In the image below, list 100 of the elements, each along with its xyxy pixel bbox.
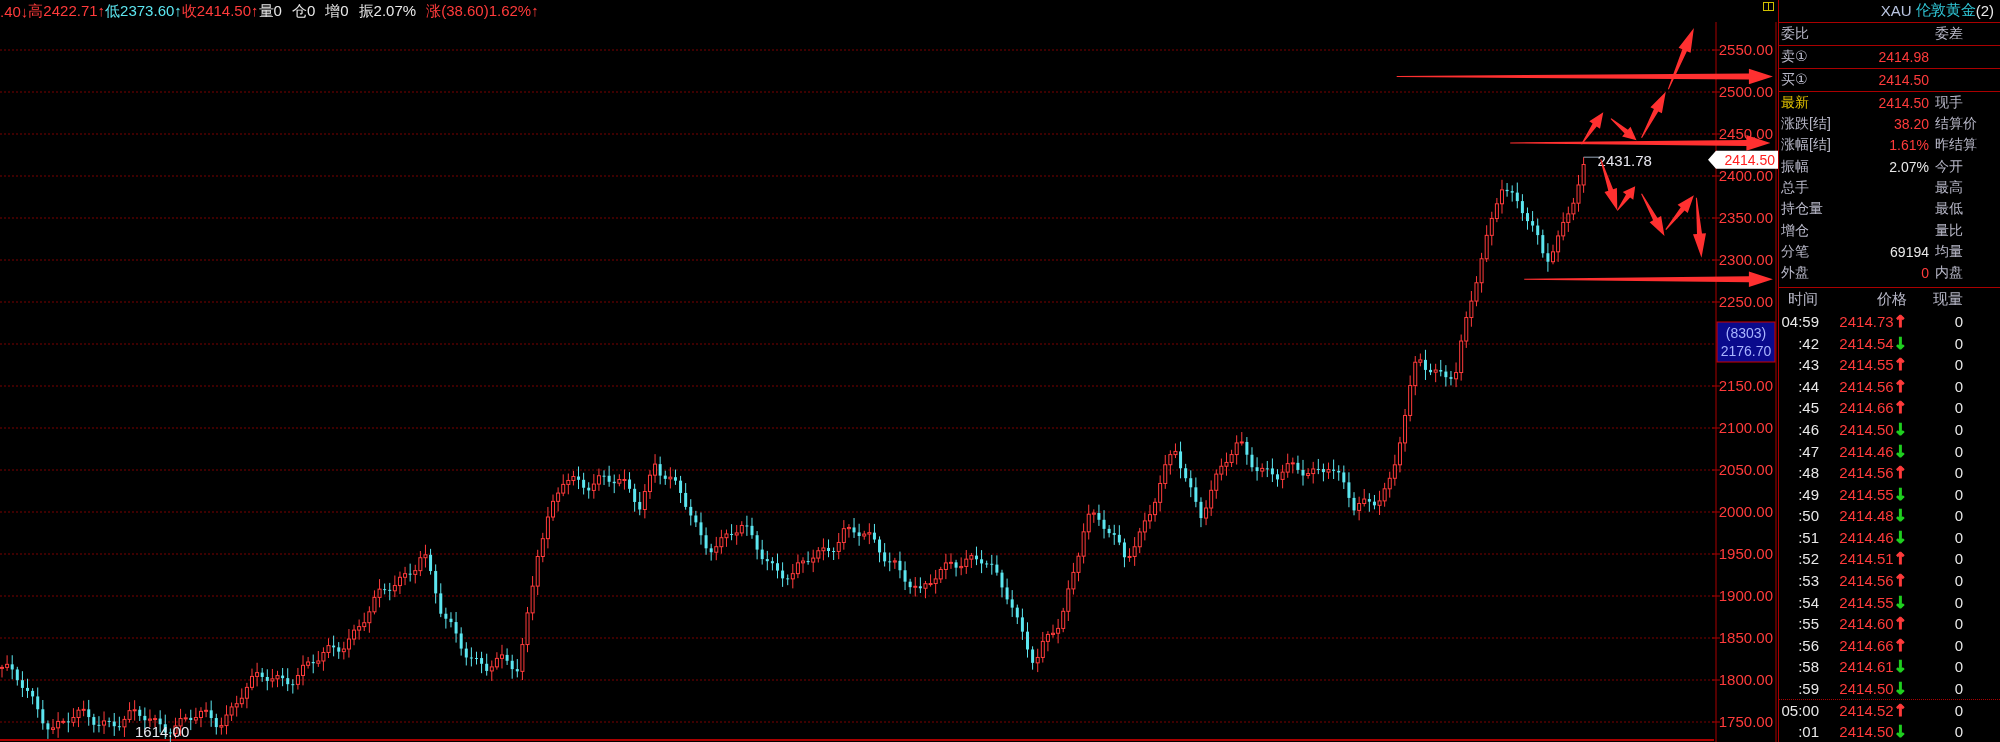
axis-price-label: 1950.00 xyxy=(1718,545,1773,562)
trade-volume: 0 xyxy=(1954,572,1963,590)
trade-volume: 0 xyxy=(1954,680,1963,698)
trade-price: 2414.55 xyxy=(1839,485,1894,503)
trade-time: :53 xyxy=(1798,572,1819,590)
window-toggle-icon xyxy=(1763,2,1774,11)
quote-label: 现手 xyxy=(1934,93,1964,112)
trade-volume: 0 xyxy=(1954,356,1963,374)
trade-price: 2414.50 xyxy=(1839,420,1894,438)
trade-time: :47 xyxy=(1798,442,1819,460)
trend-arrow: ↑ xyxy=(1893,376,1907,396)
axis-price-label: 1750.00 xyxy=(1718,713,1773,730)
trade-price: 2414.56 xyxy=(1839,572,1894,590)
trend-arrow: ↑ xyxy=(1893,355,1907,375)
trade-price: 2414.51 xyxy=(1839,550,1894,568)
trend-arrow: ↑ xyxy=(1893,463,1907,483)
trade-time: :44 xyxy=(1798,377,1819,395)
trade-time: :54 xyxy=(1798,593,1819,611)
axis-price-label: 1900.00 xyxy=(1718,587,1773,604)
symbol-code: XAU xyxy=(1880,2,1912,20)
trade-time: :49 xyxy=(1798,485,1819,503)
quote-label: 总手 xyxy=(1781,179,1810,198)
trend-arrow: ↓ xyxy=(1893,722,1907,742)
quote-label: 增仓 xyxy=(1781,221,1810,240)
trade-time: :43 xyxy=(1798,356,1819,374)
quote-label: 今开 xyxy=(1934,157,1964,176)
quote-item: 振2.07% xyxy=(358,1,417,21)
axis-price-label: 2250.00 xyxy=(1718,293,1773,310)
trend-arrow: ↓ xyxy=(1893,419,1907,439)
trade-volume: 0 xyxy=(1954,550,1963,568)
trade-price: 2414.50 xyxy=(1839,723,1894,741)
quote-item: 增0 xyxy=(325,1,349,21)
high-price-label: 2431.78 xyxy=(1597,152,1652,169)
trade-time: :48 xyxy=(1798,464,1819,482)
trade-price: 2414.55 xyxy=(1839,593,1894,611)
quote-value: 2.07% xyxy=(1889,158,1929,175)
quote-item: 低2373.60↑ xyxy=(105,1,182,21)
quote-value: 2414.50 xyxy=(1878,94,1929,111)
trend-arrow: ↓ xyxy=(1893,679,1907,699)
trade-time: :56 xyxy=(1798,636,1819,654)
trade-price: 2414.46 xyxy=(1839,528,1894,546)
cursor-count-label: (8303) xyxy=(1725,325,1767,341)
trade-time: :42 xyxy=(1798,334,1819,352)
axis-price-label: 1850.00 xyxy=(1718,629,1773,646)
quote-item: 高2422.71↑ xyxy=(28,1,106,21)
trend-arrow: ↓ xyxy=(1893,657,1907,677)
quote-value: 1.61% xyxy=(1889,137,1929,154)
quote-label: 最高 xyxy=(1934,179,1964,198)
trade-price: 2414.66 xyxy=(1839,636,1894,654)
cursor-price-label: 2176.70 xyxy=(1720,343,1772,359)
trade-price: 2414.56 xyxy=(1839,377,1894,395)
quote-label: 外盘 xyxy=(1781,264,1810,283)
trade-volume: 0 xyxy=(1954,420,1963,438)
trend-arrow: ↑ xyxy=(1893,311,1907,331)
trade-volume: 0 xyxy=(1954,507,1963,525)
trade-price: 2414.60 xyxy=(1839,615,1894,633)
quote-label: 内盘 xyxy=(1934,264,1964,283)
quote-value: 2414.98 xyxy=(1878,48,1929,65)
quote-label: 委比 xyxy=(1781,24,1810,43)
column-header: 时间 xyxy=(1788,289,1818,309)
trade-volume: 0 xyxy=(1954,485,1963,503)
axis-price-label: 2400.00 xyxy=(1718,167,1773,184)
symbol-suffix: (2) xyxy=(1975,2,1994,20)
trade-price: 2414.66 xyxy=(1839,399,1894,417)
trade-volume: 0 xyxy=(1954,723,1963,741)
trade-time: :52 xyxy=(1798,550,1819,568)
quote-label: 结算价 xyxy=(1934,115,1978,134)
trade-volume: 0 xyxy=(1954,399,1963,417)
trend-arrow: ↑ xyxy=(1893,398,1907,418)
trend-arrow: ↓ xyxy=(1893,333,1907,353)
quote-value: 69194 xyxy=(1890,244,1929,261)
quote-label: 均量 xyxy=(1934,243,1964,262)
trade-volume: 0 xyxy=(1954,334,1963,352)
trade-volume: 0 xyxy=(1954,377,1963,395)
axis-price-label: 1800.00 xyxy=(1718,671,1773,688)
quote-label: 持仓量 xyxy=(1781,200,1824,219)
trade-volume: 0 xyxy=(1954,528,1963,546)
last-price-badge: 2414.50 xyxy=(1708,150,1778,169)
trend-arrow: ↑ xyxy=(1893,549,1907,569)
symbol-name: 伦敦黄金 xyxy=(1915,1,1976,21)
trend-arrow: ↑ xyxy=(1893,614,1907,634)
trade-price: 2414.52 xyxy=(1839,701,1894,719)
trade-price: 2414.48 xyxy=(1839,507,1894,525)
trade-price: 2414.56 xyxy=(1839,464,1894,482)
quote-item: 涨(38.60)1.62%↑ xyxy=(426,1,539,21)
quote-item: .40↓ xyxy=(0,2,29,20)
quote-value: 2414.50 xyxy=(1878,72,1929,88)
axis-price-label: 2100.00 xyxy=(1718,419,1773,436)
quote-item: 量0 xyxy=(258,1,282,21)
trade-time: :58 xyxy=(1798,658,1819,676)
axis-price-label: 2450.00 xyxy=(1718,125,1773,142)
quote-label: 委差 xyxy=(1934,24,1964,43)
quote-label: 涨跌[结] xyxy=(1781,115,1832,134)
high-marker-line xyxy=(1583,156,1601,158)
axis-price-label: 2000.00 xyxy=(1718,503,1773,520)
cursor-price-box xyxy=(1716,321,1776,363)
trade-volume: 0 xyxy=(1954,442,1963,460)
trend-arrow: ↑ xyxy=(1893,635,1907,655)
trade-time: 04:59 xyxy=(1781,312,1819,330)
quote-label: 买① xyxy=(1781,71,1809,89)
